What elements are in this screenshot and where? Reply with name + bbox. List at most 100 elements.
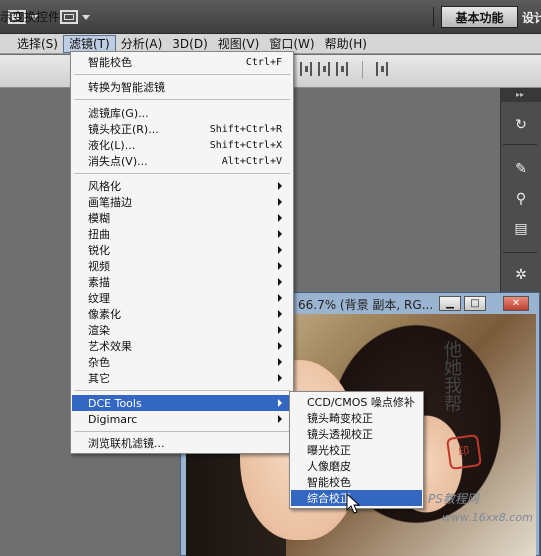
- menu-item-label: 滤镜库(G)...: [88, 107, 149, 120]
- filter-dropdown-menu: 智能校色 Ctrl+F 转换为智能滤镜 滤镜库(G)... 镜头校正(R)... S…: [70, 51, 294, 454]
- submenu-arrow-icon: [278, 310, 282, 318]
- tool-preset-icon[interactable]: ▤: [512, 220, 530, 238]
- menu-item-other[interactable]: 其它: [72, 370, 292, 386]
- menu-item-label: 其它: [88, 372, 110, 385]
- menu-item-label: 液化(L)...: [88, 139, 136, 152]
- menu-item-label: 风格化: [88, 180, 121, 193]
- menu-3d[interactable]: 3D(D): [167, 35, 212, 53]
- workspace-essentials-button[interactable]: 基本功能: [441, 6, 518, 28]
- menu-item-label: Digimarc: [88, 412, 138, 426]
- close-button[interactable]: ✕: [503, 296, 529, 311]
- submenu-arrow-icon: [278, 246, 282, 254]
- menu-item-lens-correction[interactable]: 镜头校正(R)... Shift+Ctrl+R: [72, 121, 292, 137]
- menu-item-label: 渲染: [88, 324, 110, 337]
- menu-filter[interactable]: 滤镜(T): [62, 34, 116, 53]
- menu-analysis[interactable]: 分析(A): [116, 35, 168, 53]
- submenu-arrow-icon: [278, 278, 282, 286]
- submenu-item-smart-color[interactable]: 智能校色: [291, 474, 422, 490]
- submenu-item-exposure[interactable]: 曝光校正: [291, 442, 422, 458]
- submenu-item-lens-distortion[interactable]: 镜头畸变校正: [291, 410, 422, 426]
- menu-separator: [74, 173, 290, 174]
- menu-separator: [74, 431, 290, 432]
- menu-item-browse-online-filters[interactable]: 浏览联机滤镜...: [72, 435, 292, 451]
- menu-window[interactable]: 窗口(W): [264, 35, 319, 53]
- menu-item-render[interactable]: 渲染: [72, 322, 292, 338]
- submenu-arrow-icon: [278, 342, 282, 350]
- menu-item-label: 杂色: [88, 356, 110, 369]
- menu-item-label: 像素化: [88, 308, 121, 321]
- menu-item-brush-strokes[interactable]: 画笔描边: [72, 194, 292, 210]
- submenu-arrow-icon: [278, 374, 282, 382]
- document-title[interactable]: 66.7% (背景 副本, RG...: [298, 296, 433, 313]
- menu-item-distort[interactable]: 扭曲: [72, 226, 292, 242]
- calligraphy-watermark: 他她我帮: [441, 340, 462, 412]
- submenu-arrow-icon: [278, 326, 282, 334]
- menu-item-convert-smart-filters[interactable]: 转换为智能滤镜: [72, 79, 292, 95]
- shortcut-label: Shift+Ctrl+R: [209, 123, 282, 135]
- menu-item-dce-tools[interactable]: DCE Tools: [72, 395, 292, 411]
- menu-select[interactable]: 选择(S): [12, 35, 63, 53]
- menu-item-blur[interactable]: 模糊: [72, 210, 292, 226]
- menu-item-label: 素描: [88, 276, 110, 289]
- menu-help[interactable]: 帮助(H): [320, 35, 372, 53]
- menu-item-label: 纹理: [88, 292, 110, 305]
- divider: [503, 144, 537, 145]
- show-transform-controls-label[interactable]: 示变换控件: [0, 8, 60, 25]
- workspace-design-button[interactable]: 设计: [522, 9, 541, 26]
- submenu-arrow-icon: [278, 294, 282, 302]
- menu-item-label: 模糊: [88, 212, 110, 225]
- navigator-icon[interactable]: ✲: [512, 266, 530, 284]
- submenu-arrow-icon: [278, 198, 282, 206]
- menu-item-liquify[interactable]: 液化(L)... Shift+Ctrl+X: [72, 137, 292, 153]
- menu-item-digimarc[interactable]: Digimarc: [72, 411, 292, 427]
- shortcut-label: Shift+Ctrl+X: [209, 139, 282, 151]
- align-center-icon[interactable]: [318, 62, 330, 76]
- menu-separator: [74, 74, 290, 75]
- menu-item-stylize[interactable]: 风格化: [72, 178, 292, 194]
- submenu-arrow-icon: [278, 182, 282, 190]
- menu-item-video[interactable]: 视频: [72, 258, 292, 274]
- submenu-arrow-icon: [278, 214, 282, 222]
- chevron-down-icon: [82, 14, 90, 20]
- menu-item-sharpen[interactable]: 锐化: [72, 242, 292, 258]
- submenu-arrow-icon: [278, 399, 282, 407]
- maximize-button[interactable]: □: [464, 296, 486, 311]
- menu-separator: [74, 99, 290, 100]
- menu-item-label: 智能校色: [88, 56, 132, 69]
- menu-item-label: DCE Tools: [88, 396, 142, 410]
- submenu-arrow-icon: [278, 358, 282, 366]
- mouse-pointer-icon: [346, 493, 361, 514]
- menu-item-label: 艺术效果: [88, 340, 132, 353]
- submenu-arrow-icon: [278, 230, 282, 238]
- arrange-documents-button[interactable]: [60, 5, 90, 29]
- menu-item-label: 锐化: [88, 244, 110, 257]
- menu-item-sketch[interactable]: 素描: [72, 274, 292, 290]
- menu-item-pixelate[interactable]: 像素化: [72, 306, 292, 322]
- divider: [362, 61, 363, 79]
- menu-item-noise[interactable]: 杂色: [72, 354, 292, 370]
- history-panel-icon[interactable]: ↻: [512, 116, 530, 134]
- menu-item-label: 画笔描边: [88, 196, 132, 209]
- site-watermark: PS教程网: [428, 492, 479, 506]
- align-right-icon[interactable]: [336, 62, 348, 76]
- menu-item-label: 消失点(V)...: [88, 155, 148, 168]
- clone-source-icon[interactable]: ⚲: [512, 190, 530, 208]
- minimize-button[interactable]: ▁: [439, 296, 461, 311]
- arrange-docs-icon: [60, 10, 78, 24]
- submenu-item-skin-smoothing[interactable]: 人像磨皮: [291, 458, 422, 474]
- submenu-item-ccd-noise[interactable]: CCD/CMOS 噪点修补: [291, 394, 422, 410]
- panel-dock-header[interactable]: ▸▸: [500, 88, 541, 102]
- menu-view[interactable]: 视图(V): [213, 35, 265, 53]
- auto-align-icon[interactable]: [376, 62, 388, 76]
- menu-item-last-filter[interactable]: 智能校色 Ctrl+F: [72, 54, 292, 70]
- seal-stamp: 印: [445, 433, 483, 471]
- align-left-icon[interactable]: [300, 62, 312, 76]
- menu-item-texture[interactable]: 纹理: [72, 290, 292, 306]
- menu-item-vanishing-point[interactable]: 消失点(V)... Alt+Ctrl+V: [72, 153, 292, 169]
- submenu-item-lens-perspective[interactable]: 镜头透视校正: [291, 426, 422, 442]
- brush-preset-icon[interactable]: ✎: [512, 160, 530, 178]
- menu-item-artistic[interactable]: 艺术效果: [72, 338, 292, 354]
- menu-item-filter-gallery[interactable]: 滤镜库(G)...: [72, 105, 292, 121]
- divider: [433, 7, 434, 27]
- collapse-icon: ▸▸: [516, 90, 525, 99]
